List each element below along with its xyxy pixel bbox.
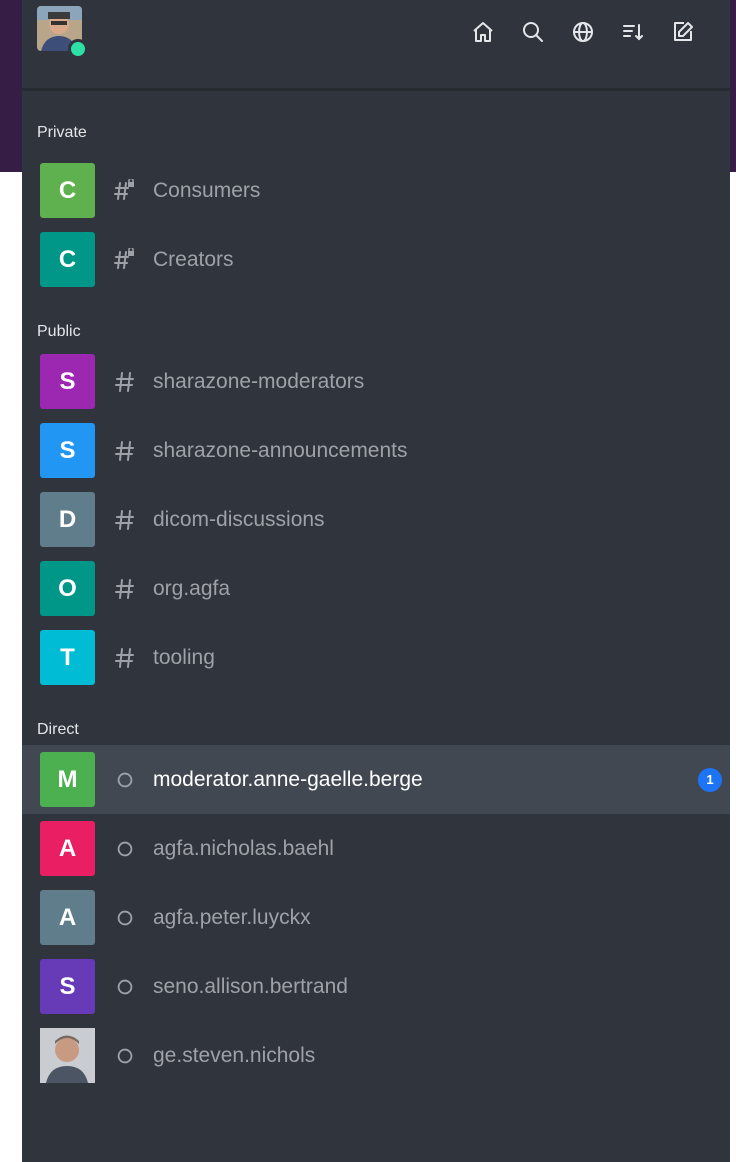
section-title-private: Private — [37, 124, 87, 141]
sidebar: Private C Consumers C Creators Public Sshar… — [22, 0, 730, 1162]
home-button[interactable] — [458, 14, 508, 50]
offline-status-icon — [112, 905, 138, 931]
public-channel-list: Ssharazone-moderators Ssharazone-announce… — [22, 347, 730, 692]
avatar: D — [40, 492, 95, 547]
avatar: O — [40, 561, 95, 616]
offline-status-icon — [112, 767, 138, 793]
avatar: S — [40, 354, 95, 409]
private-item[interactable]: C Consumers — [22, 156, 730, 225]
hash-icon — [112, 576, 138, 602]
avatar: T — [40, 630, 95, 685]
avatar-initial: O — [58, 574, 77, 602]
offline-status-icon — [112, 1043, 138, 1069]
sort-icon — [623, 24, 643, 41]
offline-status-icon — [112, 974, 138, 1000]
avatar — [40, 1028, 95, 1083]
item-label: seno.allison.bertrand — [153, 974, 348, 998]
direct-item[interactable]: Mmoderator.anne-gaelle.berge 1 — [22, 745, 730, 814]
item-label: ge.steven.nichols — [153, 1043, 316, 1067]
section-title-direct: Direct — [37, 721, 79, 738]
hash-icon — [112, 438, 138, 464]
globe-icon — [573, 22, 593, 42]
section-title-public: Public — [37, 323, 81, 340]
direct-item[interactable]: Sseno.allison.bertrand — [22, 952, 730, 1021]
sidebar-header — [22, 0, 730, 91]
hash-icon — [112, 645, 138, 671]
avatar-initial: T — [60, 643, 75, 671]
hash-icon — [112, 507, 138, 533]
search-button[interactable] — [508, 14, 558, 50]
offline-status-icon — [112, 836, 138, 862]
direct-message-list: Mmoderator.anne-gaelle.berge 1 Aagfa.nicho… — [22, 745, 730, 1090]
sort-button[interactable] — [608, 14, 658, 50]
avatar-initial: S — [59, 972, 76, 1000]
private-channel-list: C Consumers C Creators — [22, 156, 730, 294]
avatar-initial: M — [57, 765, 78, 793]
sidebar-toolbar — [458, 14, 708, 50]
directory-button[interactable] — [558, 14, 608, 50]
public-item[interactable]: Oorg.agfa — [22, 554, 730, 623]
private-channel-icon — [112, 247, 138, 273]
item-label: sharazone-moderators — [153, 369, 365, 393]
avatar-initial: S — [59, 436, 76, 464]
avatar-initial: D — [58, 505, 77, 533]
direct-item[interactable]: Aagfa.nicholas.baehl — [22, 814, 730, 883]
home-icon — [473, 22, 493, 42]
edit-icon — [674, 22, 693, 41]
public-item[interactable]: Ttooling — [22, 623, 730, 692]
item-label: tooling — [153, 645, 215, 669]
private-channel-icon — [112, 178, 138, 204]
public-item[interactable]: Ssharazone-announcements — [22, 416, 730, 485]
item-label: agfa.peter.luyckx — [153, 905, 311, 929]
item-label: Consumers — [153, 178, 261, 202]
avatar-initial: A — [58, 834, 77, 862]
item-label: sharazone-announcements — [153, 438, 408, 462]
avatar: C — [40, 232, 95, 287]
private-item[interactable]: C Creators — [22, 225, 730, 294]
avatar-initial: C — [58, 245, 77, 273]
avatar: A — [40, 821, 95, 876]
direct-item[interactable]: ge.steven.nichols — [22, 1021, 730, 1090]
avatar-initial: S — [59, 367, 76, 395]
avatar: S — [40, 959, 95, 1014]
hash-icon — [112, 369, 138, 395]
item-label: agfa.nicholas.baehl — [153, 836, 334, 860]
search-icon — [523, 22, 543, 42]
item-label: Creators — [153, 247, 234, 271]
avatar: A — [40, 890, 95, 945]
unread-badge: 1 — [698, 767, 722, 792]
item-label: dicom-discussions — [153, 507, 325, 531]
avatar: C — [40, 163, 95, 218]
online-status-icon — [68, 39, 88, 59]
avatar: M — [40, 752, 95, 807]
avatar: S — [40, 423, 95, 478]
direct-item[interactable]: Aagfa.peter.luyckx — [22, 883, 730, 952]
item-label: org.agfa — [153, 576, 231, 600]
item-label: moderator.anne-gaelle.berge — [153, 767, 423, 791]
create-new-button[interactable] — [658, 14, 708, 50]
avatar-initial: A — [58, 903, 77, 931]
avatar-initial: C — [58, 176, 77, 204]
public-item[interactable]: Ddicom-discussions — [22, 485, 730, 554]
public-item[interactable]: Ssharazone-moderators — [22, 347, 730, 416]
